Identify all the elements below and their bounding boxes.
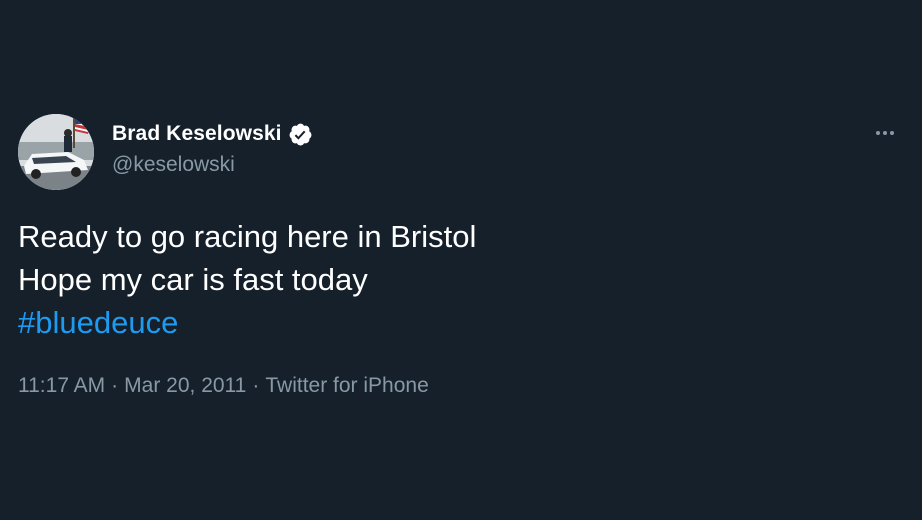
name-row[interactable]: Brad Keselowski bbox=[112, 117, 313, 151]
hashtag-link[interactable]: #bluedeuce bbox=[18, 301, 476, 344]
tweet-date[interactable]: Mar 20, 2011 bbox=[124, 374, 246, 397]
user-info: Brad Keselowski @keselowski bbox=[112, 117, 313, 179]
more-options-icon[interactable] bbox=[870, 118, 900, 148]
tweet-line: Hope my car is fast today bbox=[18, 262, 368, 297]
tweet-card: Brad Keselowski @keselowski Ready to go … bbox=[0, 0, 922, 520]
user-handle[interactable]: @keselowski bbox=[112, 151, 313, 179]
tweet-line: Ready to go racing here in Bristol bbox=[18, 219, 477, 254]
tweet-source[interactable]: Twitter for iPhone bbox=[265, 374, 428, 397]
verified-badge-icon bbox=[288, 122, 313, 147]
tweet-text: Ready to go racing here in Bristol Hope … bbox=[18, 215, 476, 344]
meta-separator: · bbox=[252, 374, 260, 397]
meta-separator: · bbox=[111, 374, 119, 397]
display-name[interactable]: Brad Keselowski bbox=[112, 122, 282, 146]
avatar-photo bbox=[18, 114, 94, 190]
tweet-meta: 11:17 AM · Mar 20, 2011 · Twitter for iPhone bbox=[18, 372, 429, 400]
tweet-time[interactable]: 11:17 AM bbox=[18, 374, 105, 397]
avatar[interactable] bbox=[18, 114, 94, 190]
